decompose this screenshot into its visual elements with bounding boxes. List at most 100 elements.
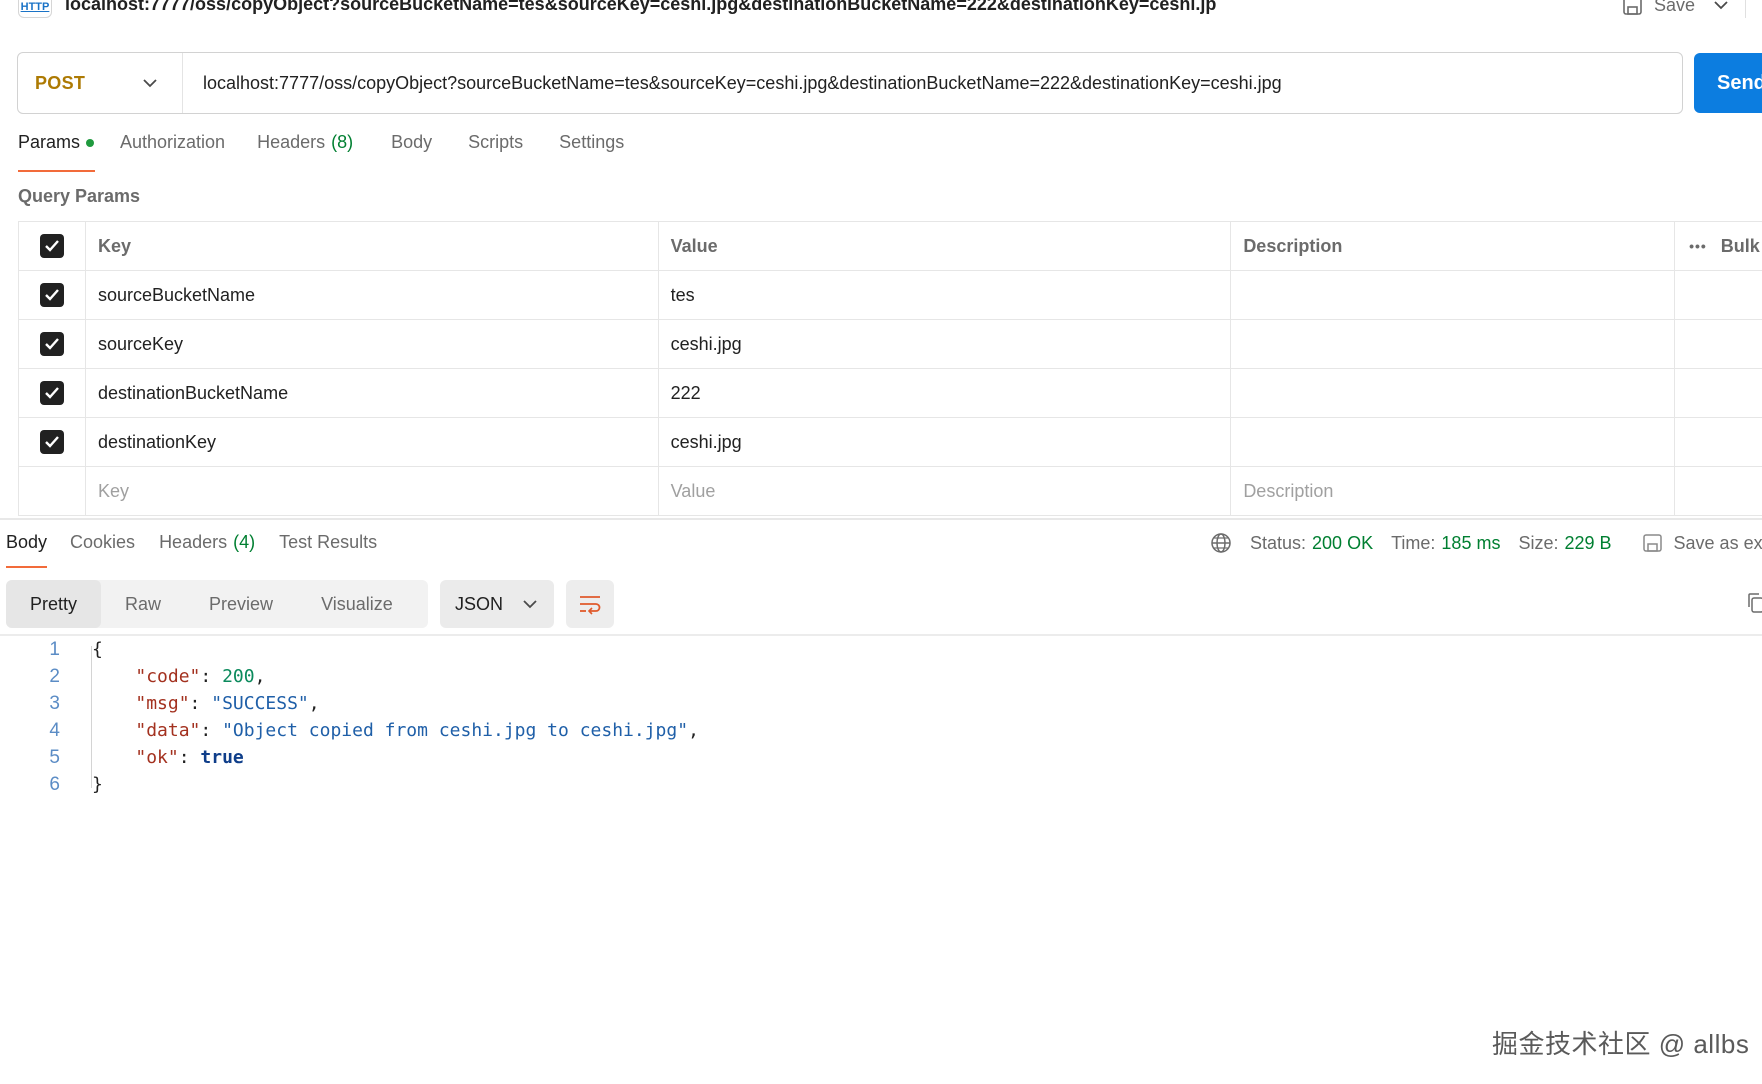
code-text: "data": "Object copied from ceshi.jpg to… [135,720,699,741]
param-description[interactable] [1231,369,1676,417]
tab-label: Headers [159,532,228,552]
row-checkbox-empty [19,467,86,515]
line-number: 4 [49,719,60,741]
language-select[interactable]: JSON [440,580,554,628]
time-value: 185 ms [1441,532,1501,553]
method-select[interactable]: POST [18,53,183,113]
column-header-description: Description [1231,222,1676,270]
bulk-edit-button[interactable]: Bulk [1721,236,1760,257]
save-label: Save [1654,0,1696,15]
select-all-checkbox[interactable] [19,222,86,270]
table-row: sourceKey ceshi.jpg [19,320,1762,369]
row-checkbox[interactable] [19,369,86,417]
param-description[interactable] [1231,271,1676,319]
row-checkbox[interactable] [19,271,86,319]
request-tab-title[interactable]: localhost:7777/oss/copyObject?sourceBuck… [65,0,1216,15]
request-tabs: Params Authorization Headers (8) Body Scr… [18,132,624,172]
response-divider[interactable] [0,518,1762,520]
table-row: destinationKey ceshi.jpg [19,418,1762,467]
format-mode-group: Pretty Raw Preview Visualize [6,580,428,628]
response-body-viewer[interactable]: 1 { 2 "code": 200, 3 "msg": "SUCCESS", 4… [0,636,699,798]
json-key: "data" [135,720,201,741]
code-line: 2 "code": 200, [0,663,699,690]
url-input[interactable] [183,53,1682,113]
code-line: 1 { [0,636,699,663]
tab-scripts[interactable]: Scripts [468,132,523,172]
http-request-icon: HTTP [18,0,52,18]
mode-visualize-button[interactable]: Visualize [297,580,417,628]
param-key[interactable]: sourceBucketName [86,271,659,319]
code-text: "msg": "SUCCESS", [135,693,320,714]
row-checkbox[interactable] [19,320,86,368]
param-key[interactable]: sourceKey [86,320,659,368]
time-label: Time: [1391,532,1436,553]
param-value[interactable]: tes [659,271,1232,319]
code-line: 4 "data": "Object copied from ceshi.jpg … [0,717,699,744]
param-value[interactable]: ceshi.jpg [659,320,1232,368]
tab-body[interactable]: Body [391,132,432,172]
watermark: 掘金技术社区 @ allbs [1492,1029,1750,1059]
save-options-chevron-icon[interactable] [1713,0,1729,16]
line-number: 3 [49,692,60,714]
save-icon [1642,534,1662,552]
language-label: JSON [455,593,504,614]
code-text: "code": 200, [135,666,266,687]
divider [1745,0,1746,18]
tab-params[interactable]: Params [18,132,95,172]
tab-response-headers[interactable]: Headers (4) [159,532,255,568]
param-key[interactable]: destinationKey [86,418,659,466]
copy-icon[interactable] [1746,592,1762,619]
tab-headers[interactable]: Headers (8) [257,132,353,172]
tab-settings[interactable]: Settings [559,132,624,172]
mode-raw-button[interactable]: Raw [101,580,185,628]
new-value-input[interactable]: Value [659,467,1232,515]
param-description[interactable] [1231,418,1676,466]
checkbox-checked-icon [39,234,64,258]
param-key[interactable]: destinationBucketName [86,369,659,417]
more-options-icon[interactable]: ••• [1689,238,1707,254]
line-number: 6 [49,773,60,795]
checkbox-checked-icon [39,381,64,405]
code-line: 3 "msg": "SUCCESS", [0,690,699,717]
tab-authorization[interactable]: Authorization [120,132,225,172]
table-row-empty: Key Value Description [19,467,1762,516]
tab-response-body[interactable]: Body [6,532,48,568]
json-key: "msg" [135,693,190,714]
tab-cookies[interactable]: Cookies [70,532,135,568]
size-info[interactable]: Size: 229 B [1518,533,1611,554]
save-as-example-label: Save as exa [1673,532,1762,553]
save-button[interactable]: Save [1622,0,1695,16]
send-button[interactable]: Send [1694,53,1762,113]
status-value: 200 OK [1312,532,1374,553]
status-info[interactable]: Status: 200 OK [1250,533,1373,554]
response-meta: Status: 200 OK Time: 185 ms Size: 229 B Sav… [1210,530,1762,556]
column-header-key: Key [86,222,659,270]
code-line: 5 "ok": true [0,744,699,771]
time-info[interactable]: Time: 185 ms [1391,533,1500,554]
mode-preview-button[interactable]: Preview [185,580,297,628]
save-as-example-button[interactable]: Save as exa [1642,533,1762,554]
status-label: Status: [1250,532,1307,553]
method-label: POST [35,72,86,93]
mode-pretty-button[interactable]: Pretty [6,580,102,628]
globe-icon[interactable] [1210,532,1232,554]
row-spacer [1675,467,1762,515]
word-wrap-button[interactable] [566,580,614,628]
row-checkbox[interactable] [19,418,86,466]
tab-label: Cookies [70,532,136,552]
tab-test-results[interactable]: Test Results [279,532,377,568]
table-row: sourceBucketName tes [19,271,1762,320]
param-value[interactable]: 222 [659,369,1232,417]
new-description-input[interactable]: Description [1231,467,1676,515]
checkbox-checked-icon [39,283,64,307]
param-value[interactable]: ceshi.jpg [659,418,1232,466]
tab-label: Params [18,132,81,152]
chevron-down-icon [523,600,537,609]
new-key-input[interactable]: Key [86,467,659,515]
query-params-table: Key Value Description ••• Bulk sourceBuc… [18,221,1762,516]
json-key: "code" [135,666,201,687]
param-description[interactable] [1231,320,1676,368]
size-label: Size: [1518,532,1559,553]
table-row: destinationBucketName 222 [19,369,1762,418]
json-key: "ok" [135,747,179,768]
